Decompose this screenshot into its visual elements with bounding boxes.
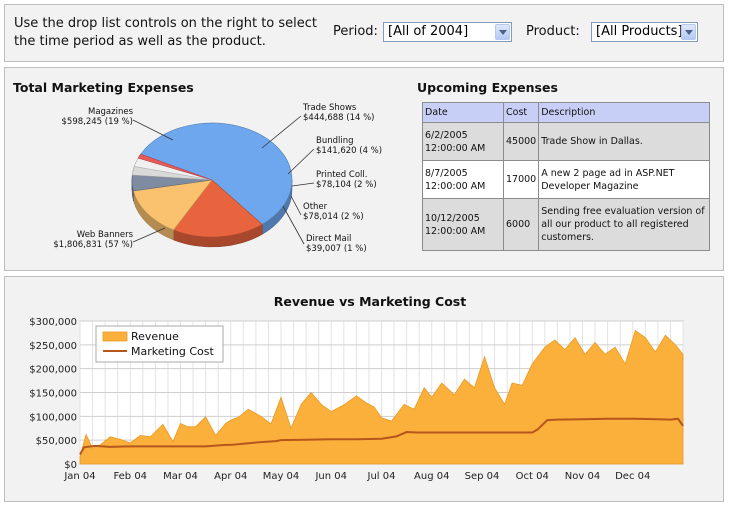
table-row: 8/7/2005 12:00:00 AM 17000 A new 2 page a… [422, 160, 710, 199]
x-tick-label: May 04 [263, 471, 300, 482]
period-select-value: [All of 2004] [388, 24, 469, 39]
pie-label-leader [132, 119, 174, 141]
x-tick-label: Oct 04 [516, 471, 549, 482]
legend-label-marketing-cost: Marketing Cost [131, 345, 214, 358]
controls-panel: Use the drop list controls on the right … [4, 4, 724, 62]
x-tick-label: Aug 04 [414, 471, 449, 482]
y-tick-label: $50,000 [36, 436, 77, 447]
product-select-value: [All Products] [596, 24, 683, 39]
period-select[interactable]: [All of 2004] [383, 22, 512, 42]
pie-label-name: Printed Coll. [316, 170, 367, 180]
pie-label-value: $141,620 (4 %) [316, 146, 382, 156]
legend-label-revenue: Revenue [131, 330, 179, 343]
x-tick-label: Nov 04 [565, 471, 600, 482]
y-tick-label: $250,000 [29, 341, 77, 352]
column-header-date: Date [422, 102, 504, 123]
legend-swatch-revenue [102, 331, 128, 342]
revenue-panel: Revenue vs Marketing Cost $0 $50,000 $100,0… [4, 276, 724, 502]
date-cell: 6/2/2005 12:00:00 AM [422, 122, 504, 161]
chart-title: Revenue vs Marketing Cost [274, 294, 466, 309]
product-label: Product: [526, 24, 580, 39]
cost-cell: 6000 [502, 198, 540, 251]
chart-legend: Revenue Marketing Cost [95, 325, 224, 363]
table-header-row: Date Cost Description [422, 102, 710, 123]
pie-label-leader [287, 148, 315, 175]
table-row: 10/12/2005 12:00:00 AM 6000 Sending free … [422, 198, 710, 251]
x-tick-label: Feb 04 [113, 471, 147, 482]
pie-label-name: Other [303, 202, 328, 212]
pie-label-leader [132, 227, 166, 243]
table-row: 6/2/2005 12:00:00 AM 45000 Trade Show in … [422, 122, 710, 161]
pie-label-name: Web Banners [77, 230, 134, 240]
chevron-down-icon[interactable] [495, 24, 510, 40]
period-label: Period: [333, 24, 378, 39]
y-tick-label: $300,000 [29, 317, 77, 328]
cost-cell: 17000 [502, 160, 540, 199]
y-tick-label: $100,000 [29, 412, 77, 423]
x-tick-label: Apr 04 [214, 471, 247, 482]
y-tick-label: $200,000 [29, 365, 77, 376]
pie-label-leader [261, 115, 302, 149]
pie-label-name: Trade Shows [302, 103, 357, 113]
pie-label-leader [282, 205, 305, 245]
column-header-cost: Cost [502, 102, 540, 123]
pie-label-name: Magazines [88, 107, 134, 117]
product-select[interactable]: [All Products] [591, 22, 698, 42]
column-header-description: Description [538, 102, 710, 123]
x-tick-label: Dec 04 [615, 471, 650, 482]
date-cell: 10/12/2005 12:00:00 AM [422, 198, 504, 251]
pie-label-name: Bundling [316, 136, 354, 146]
x-tick-label: Jul 04 [367, 471, 396, 482]
description-cell: A new 2 page ad in ASP.NET Developer Mag… [538, 160, 710, 199]
description-cell: Sending free evaluation version of all o… [538, 198, 710, 251]
instructions-text: Use the drop list controls on the right … [14, 16, 318, 49]
pie-label-value: $444,688 (14 %) [303, 113, 375, 123]
pie-label-value: $39,007 (1 %) [306, 244, 367, 254]
marketing-panel: Total Marketing Expenses Magazines $598,2… [4, 67, 724, 271]
x-tick-label: Sep 04 [465, 471, 500, 482]
expenses-table: Date Cost Description 6/2/2005 12:00:00 A… [422, 102, 710, 251]
pie-label-leader [291, 182, 315, 187]
pie-label-value: $598,245 (19 %) [62, 117, 134, 127]
date-cell: 8/7/2005 12:00:00 AM [422, 160, 504, 199]
pie-label-value: $1,806,831 (57 %) [53, 240, 133, 250]
description-cell: Trade Show in Dallas. [538, 122, 710, 161]
expenses-title: Upcoming Expenses [417, 80, 558, 95]
pie-label-leader [290, 195, 302, 216]
x-tick-label: Jan 04 [63, 471, 95, 482]
y-tick-label: $0 [64, 460, 77, 471]
pie-label-name: Direct Mail [306, 234, 351, 244]
x-tick-label: Jun 04 [314, 471, 347, 482]
chevron-down-icon[interactable] [681, 24, 696, 40]
y-tick-label: $150,000 [29, 389, 77, 400]
pie-label-value: $78,014 (2 %) [303, 212, 364, 222]
revenue-chart: Revenue vs Marketing Cost $0 $50,000 $100,0… [29, 294, 684, 482]
cost-cell: 45000 [502, 122, 540, 161]
x-tick-label: Mar 04 [163, 471, 198, 482]
pie-label-value: $78,104 (2 %) [316, 180, 377, 190]
